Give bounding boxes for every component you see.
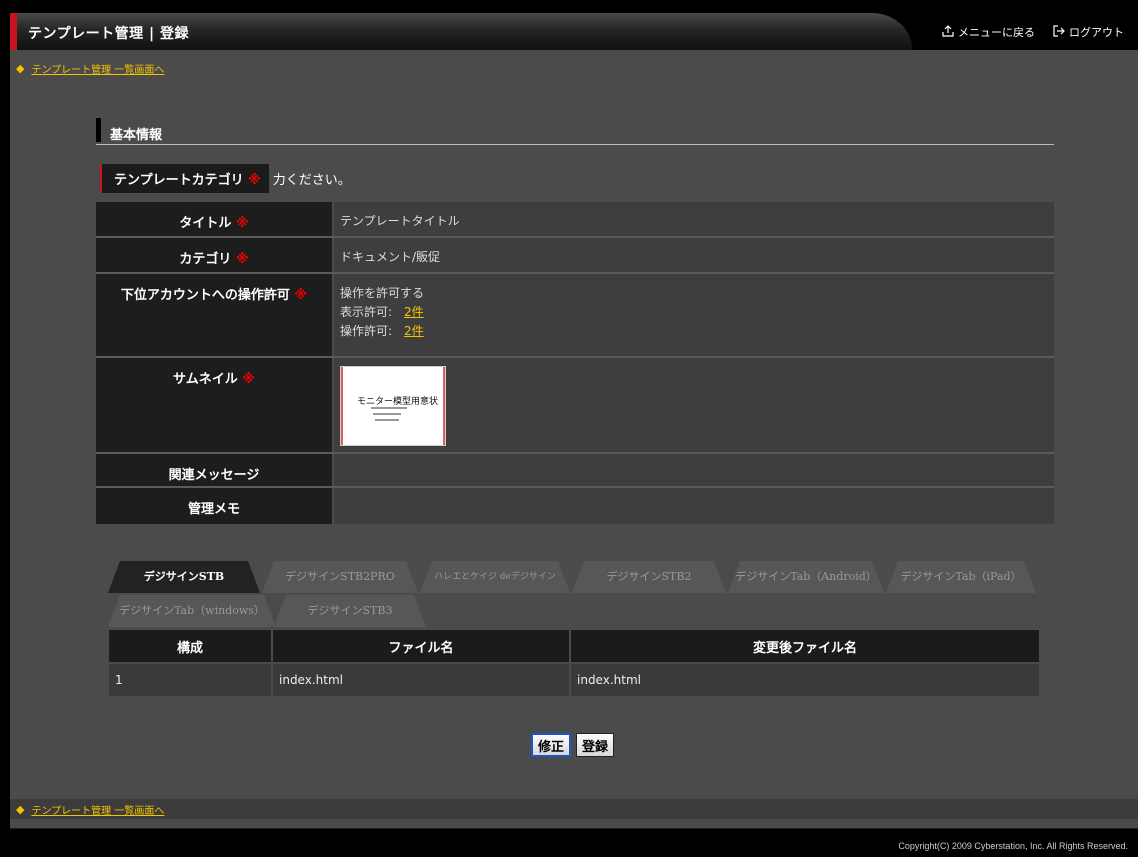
arrow-left-icon: ◆ (16, 61, 25, 75)
table-row: 1 index.html index.html (107, 662, 1041, 698)
display-permission: 表示許可: 2件 (340, 305, 424, 319)
row-thumbnail: サムネイル ※ モニター模型用意状 (96, 358, 1054, 454)
logout-link[interactable]: ログアウト (1053, 24, 1124, 40)
edit-button[interactable]: 修正 (531, 733, 572, 757)
tab-stb2[interactable]: デジサインSTB2 (572, 561, 726, 593)
register-button[interactable]: 登録 (576, 733, 615, 757)
tab-stb2pro[interactable]: デジサインSTB2PRO (262, 561, 418, 593)
value-permission: 操作を許可する 表示許可: 2件 操作許可: 2件 (334, 274, 1054, 356)
copyright: Copyright(C) 2009 Cyberstation, Inc. All… (898, 841, 1128, 851)
footer: Copyright(C) 2009 Cyberstation, Inc. All… (10, 828, 1138, 857)
back-link-bar-top: ◆ テンプレート管理 一覧画面へ (10, 58, 1138, 78)
label-thumbnail: サムネイル ※ (96, 358, 332, 452)
file-table: 構成 ファイル名 変更後ファイル名 1 index.html index.htm… (107, 628, 1041, 698)
tab-stb3[interactable]: デジサインSTB3 (274, 595, 426, 627)
header-bar: テンプレート管理 | 登録 メニューに戻る ログアウト (10, 8, 1138, 50)
row-permission: 下位アカウントへの操作許可 ※ 操作を許可する 表示許可: 2件 操作許可: 2件 (96, 274, 1054, 358)
row-memo: 管理メモ (96, 488, 1054, 524)
header-accent (10, 13, 17, 50)
tab-tab-android[interactable]: デジサインTab（Android） (728, 561, 884, 593)
col-new-filename: 変更後ファイル名 (569, 628, 1041, 664)
file-table-header: 構成 ファイル名 変更後ファイル名 (107, 628, 1041, 664)
info-table: タイトル ※ テンプレートタイトル カテゴリ ※ ドキュメント/販促 下位アカウ… (96, 202, 1054, 524)
row-category: カテゴリ ※ ドキュメント/販促 (96, 238, 1054, 274)
tab-tab-ipad[interactable]: デジサインTab（iPad） (886, 561, 1036, 593)
action-buttons: 修正 登録 (531, 733, 615, 757)
page-title: テンプレート管理 | 登録 (28, 26, 189, 42)
tab-hareetokeiji[interactable]: ハレエとケイジ deデジサイン (420, 561, 570, 593)
category-prompt-suffix: 力ください。 (272, 172, 351, 188)
logout-icon (1053, 24, 1065, 40)
menu-back-link[interactable]: メニューに戻る (942, 24, 1035, 40)
thumbnail-image: モニター模型用意状 (340, 366, 446, 446)
page-frame: テンプレート管理 | 登録 メニューに戻る ログアウト ◆ テンプレート管理 一… (10, 8, 1138, 857)
cell-structure: 1 (107, 662, 273, 698)
permission-value: 操作を許可する (340, 286, 425, 300)
row-related-message: 関連メッセージ (96, 454, 1054, 488)
operate-permission: 操作許可: 2件 (340, 324, 424, 338)
value-category: ドキュメント/販促 (334, 238, 1054, 272)
value-related-message (334, 454, 1054, 486)
arrow-left-icon: ◆ (16, 802, 25, 816)
col-structure: 構成 (107, 628, 273, 664)
category-prompt-label: テンプレートカテゴリ ※ (100, 163, 269, 193)
label-category: カテゴリ ※ (96, 238, 332, 272)
section-title: 基本情報 (110, 128, 163, 143)
section-header: 基本情報 (96, 116, 1054, 145)
value-title: テンプレートタイトル (334, 202, 1054, 236)
section-marker (96, 118, 101, 142)
col-filename: ファイル名 (271, 628, 571, 664)
device-tabs: デジサインSTB デジサインSTB2PRO ハレエとケイジ deデジサイン デジ… (108, 561, 1048, 629)
thumbnail-caption: モニター模型用意状 (357, 397, 439, 407)
back-to-list-link[interactable]: テンプレート管理 一覧画面へ (31, 61, 164, 76)
tab-stb[interactable]: デジサインSTB (108, 561, 260, 593)
logout-label: ログアウト (1069, 26, 1124, 39)
label-title: タイトル ※ (96, 202, 332, 236)
back-link-bar-bottom: ◆ テンプレート管理 一覧画面へ (10, 799, 1138, 819)
row-title: タイトル ※ テンプレートタイトル (96, 202, 1054, 238)
label-related-message: 関連メッセージ (96, 454, 332, 486)
menu-back-label: メニューに戻る (958, 26, 1035, 39)
value-memo (334, 488, 1054, 524)
label-permission: 下位アカウントへの操作許可 ※ (96, 274, 332, 356)
value-thumbnail: モニター模型用意状 (334, 358, 1054, 452)
required-mark: ※ (248, 172, 261, 188)
label-memo: 管理メモ (96, 488, 332, 524)
category-prompt: テンプレートカテゴリ ※ 力ください。 (100, 163, 351, 193)
cell-new-filename: index.html (569, 662, 1041, 698)
tab-tab-windows[interactable]: デジサインTab（windows） (108, 595, 276, 627)
cell-filename: index.html (271, 662, 571, 698)
category-prompt-text: テンプレートカテゴリ (114, 172, 244, 188)
display-permission-count-link[interactable]: 2件 (404, 305, 424, 319)
back-to-list-link-bottom[interactable]: テンプレート管理 一覧画面へ (31, 802, 164, 817)
menu-back-icon (942, 24, 954, 40)
operate-permission-count-link[interactable]: 2件 (404, 324, 424, 338)
